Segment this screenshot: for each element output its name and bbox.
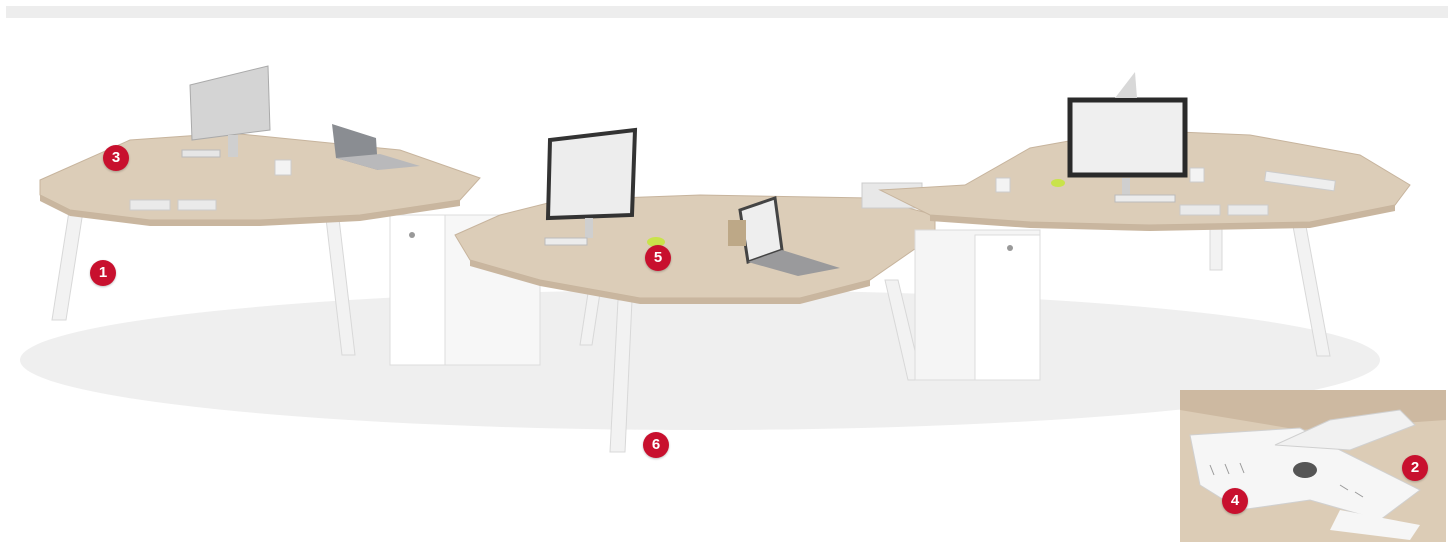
floor-shadow [20, 290, 1380, 430]
imac-right-back [1115, 72, 1137, 98]
imac-middle [545, 127, 638, 221]
imac-right [1067, 97, 1188, 178]
marker-6: 6 [643, 432, 669, 458]
right-desk-leg [1209, 224, 1223, 271]
marker-4: 4 [1222, 488, 1248, 514]
marker-3: 3 [103, 145, 129, 171]
marker-2: 2 [1402, 455, 1428, 481]
left-desk-leg [51, 204, 85, 321]
marker-1: 1 [90, 260, 116, 286]
marker-5: 5 [645, 245, 671, 271]
imac-left [189, 65, 271, 141]
